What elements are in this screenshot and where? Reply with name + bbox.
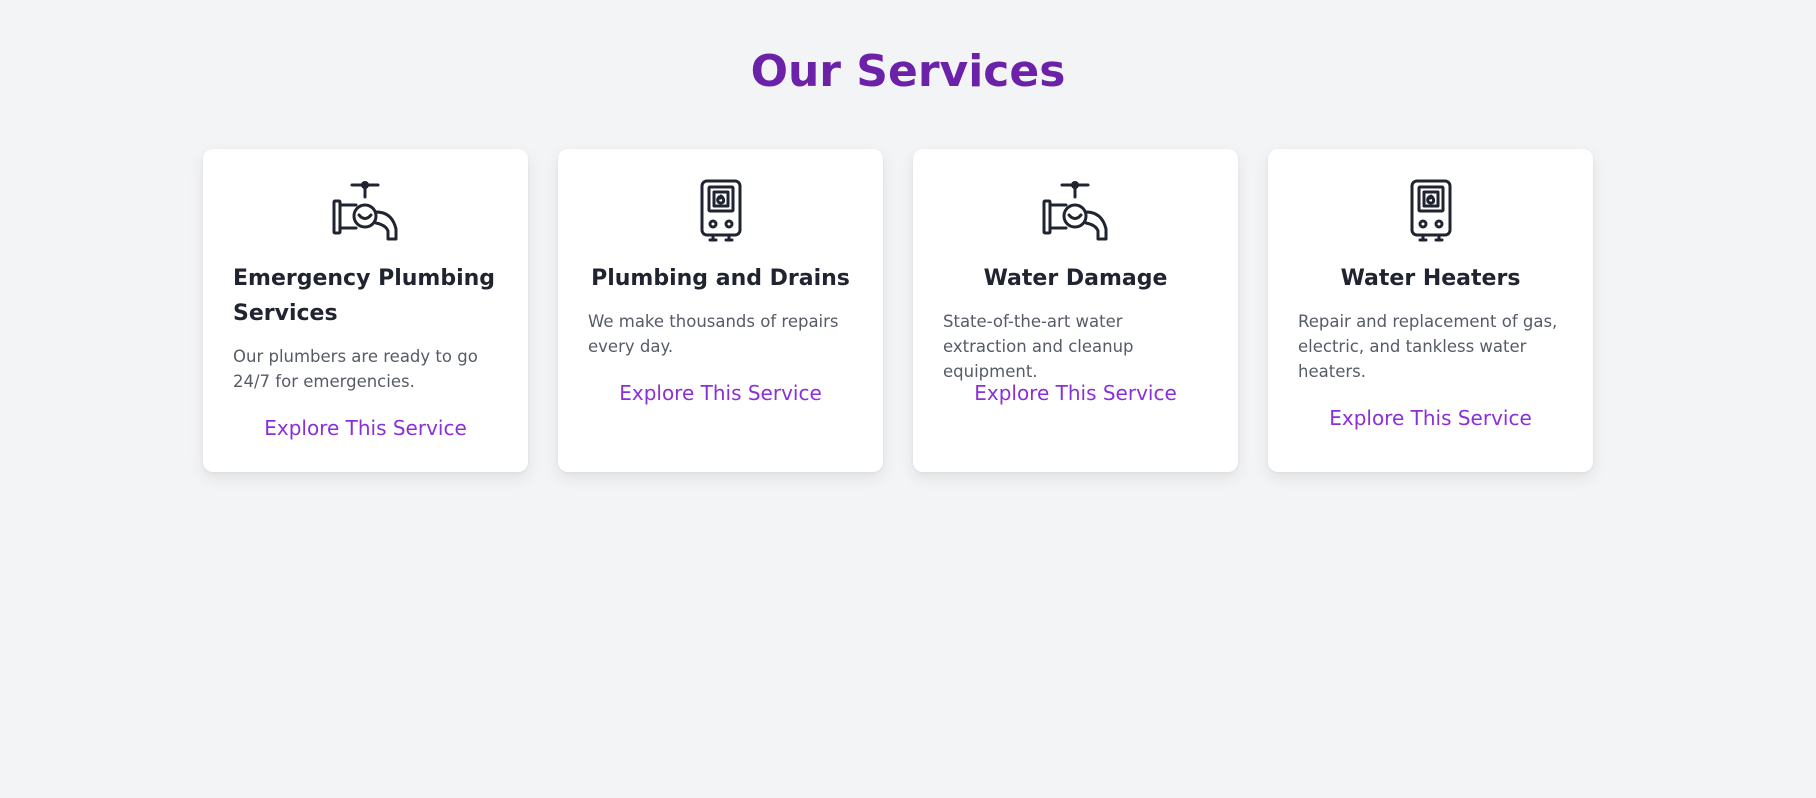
service-card-title: Water Heaters [1340,266,1521,291]
service-card-description: Repair and replacement of gas, electric,… [1298,312,1558,381]
service-card-title: Plumbing and Drains [591,266,850,291]
water-heater-icon [687,179,755,243]
water-heater-icon [1397,179,1465,243]
section-title: Our Services [750,46,1066,97]
service-card-title: Emergency Plumbing Services [233,266,496,326]
service-card-water-damage: Water Damage State-of-the-art water extr… [913,149,1238,472]
faucet-icon [332,179,400,243]
service-card-emergency-plumbing: Emergency Plumbing Services Our plumbers… [203,149,528,472]
faucet-icon [1042,179,1110,243]
service-card-plumbing-drains: Plumbing and Drains We make thousands of… [558,149,883,472]
explore-service-link[interactable]: Explore This Service [913,379,1238,407]
service-card-description: Our plumbers are ready to go 24/7 for em… [233,347,478,391]
service-card-description: State-of-the-art water extraction and cl… [943,312,1134,381]
explore-service-link[interactable]: Explore This Service [558,379,883,407]
service-card-description: We make thousands of repairs every day. [588,312,839,356]
explore-service-link[interactable]: Explore This Service [203,414,528,442]
service-card-water-heaters: Water Heaters Repair and replacement of … [1268,149,1593,472]
explore-service-link[interactable]: Explore This Service [1268,404,1593,432]
services-section: Our Services Emergency Plumbing Services… [0,0,1816,798]
service-card-title: Water Damage [983,266,1168,291]
